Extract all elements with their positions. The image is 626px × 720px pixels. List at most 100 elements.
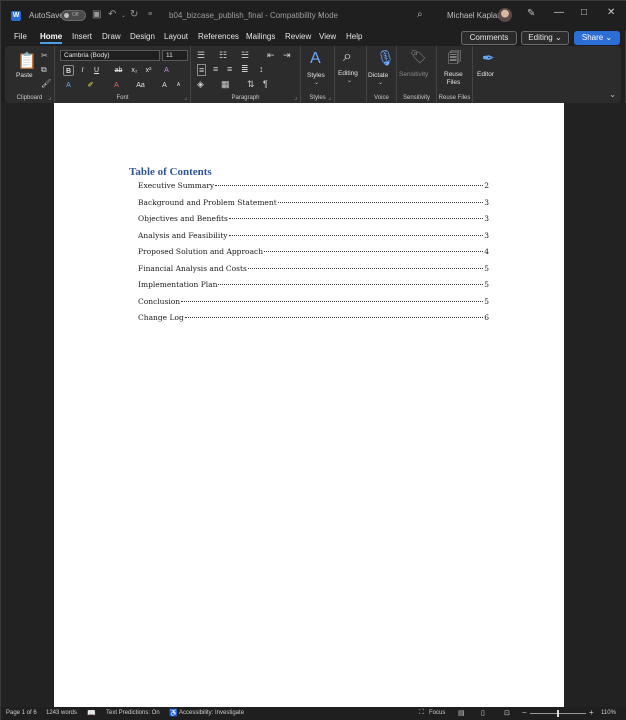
close-button[interactable]: ✕ [607, 7, 615, 18]
tab-review[interactable]: Review [285, 32, 311, 41]
toc-entry-title[interactable]: Analysis and Feasibility [138, 231, 228, 240]
font-color-icon[interactable]: A [111, 80, 122, 91]
grow-font-icon[interactable]: A [159, 80, 170, 91]
tab-file[interactable]: File [14, 32, 27, 41]
sensitivity-label[interactable]: Sensitivity [399, 71, 428, 78]
microphone-icon[interactable]: 🎙 [376, 49, 395, 67]
toc-entry-page[interactable]: 5 [484, 280, 489, 289]
bullets-icon[interactable]: ☰ [197, 50, 205, 61]
toc-entry-page[interactable]: 5 [484, 297, 489, 306]
toc-entry[interactable]: Executive Summary 2 [138, 181, 489, 198]
editing-label[interactable]: Editing [338, 70, 358, 77]
toc-entry[interactable]: Analysis and Feasibility 3 [138, 231, 489, 248]
focus-label[interactable]: Focus [429, 710, 445, 716]
toc-entry-title[interactable]: Proposed Solution and Approach [138, 247, 263, 256]
font-launcher-icon[interactable]: ⌟ [184, 94, 187, 101]
paste-icon[interactable]: 📋 [17, 51, 37, 71]
toc-entry-title[interactable]: Change Log [138, 313, 184, 322]
format-painter-icon[interactable]: 🖌 [41, 79, 51, 88]
save-icon[interactable]: ▣ [92, 9, 101, 20]
editor-label[interactable]: Editor [477, 71, 494, 78]
toc-entry-page[interactable]: 3 [484, 214, 489, 223]
web-layout-icon[interactable]: ⊡ [504, 709, 510, 717]
subscript-icon[interactable]: x₂ [129, 65, 140, 76]
change-case-icon[interactable]: Aa [135, 80, 146, 91]
text-effects-icon[interactable]: A [63, 80, 74, 91]
document-canvas[interactable]: Table of Contents Executive Summary 2 Back… [1, 103, 626, 707]
align-center-icon[interactable]: ≡ [213, 64, 218, 74]
read-mode-icon[interactable]: ▤ [458, 709, 465, 717]
tab-references[interactable]: References [198, 32, 239, 41]
search-icon[interactable]: ⌕ [417, 9, 423, 20]
strikethrough-icon[interactable]: ab [113, 65, 124, 76]
toc-entry[interactable]: Financial Analysis and Costs 5 [138, 264, 489, 281]
text-predictions[interactable]: Text Predictions: On [106, 710, 160, 716]
zoom-in-button[interactable]: + [589, 708, 594, 717]
tab-view[interactable]: View [319, 32, 336, 41]
increase-indent-icon[interactable]: ⇥ [283, 50, 291, 61]
zoom-level[interactable]: 110% [601, 710, 616, 716]
pen-icon[interactable]: ✎ [527, 8, 535, 19]
word-count[interactable]: 1243 words [46, 710, 77, 716]
shading-icon[interactable]: ◈ [197, 79, 204, 90]
accessibility-status[interactable]: Accessibility: Investigate [179, 710, 244, 716]
clear-formatting-icon[interactable]: A [161, 65, 172, 76]
toc-entry-title[interactable]: Executive Summary [138, 181, 214, 190]
multilevel-list-icon[interactable]: ☱ [241, 50, 249, 61]
toc-entry-title[interactable]: Conclusion [138, 297, 180, 306]
dictate-dropdown-icon[interactable]: ⌄ [378, 79, 383, 86]
toc-entry[interactable]: Conclusion 5 [138, 297, 489, 314]
customize-toolbar-icon[interactable]: ≡ [148, 11, 152, 18]
toc-entry-title[interactable]: Financial Analysis and Costs [138, 264, 247, 273]
align-left-icon[interactable]: ≡ [197, 64, 207, 76]
tab-design[interactable]: Design [130, 32, 155, 41]
undo-dropdown-icon[interactable]: ⌄ [121, 12, 126, 19]
styles-dropdown-icon[interactable]: ⌄ [314, 79, 319, 86]
toc-entry-page[interactable]: 6 [484, 313, 489, 322]
toc-entry-page[interactable]: 4 [484, 247, 489, 256]
autosave-toggle[interactable]: Off [61, 10, 86, 21]
sort-icon[interactable]: ⇅ [247, 79, 255, 90]
styles-icon[interactable]: A [310, 50, 321, 68]
toc-entry-title[interactable]: Objectives and Benefits [138, 214, 228, 223]
maximize-button[interactable]: □ [581, 7, 587, 18]
title-chevron-icon[interactable]: ⌄ [317, 10, 323, 18]
collapse-ribbon-icon[interactable]: ⌄ [609, 90, 616, 99]
decrease-indent-icon[interactable]: ⇤ [267, 50, 275, 61]
sensitivity-icon[interactable]: 🏷 [410, 49, 427, 65]
comments-button[interactable]: Comments [461, 31, 517, 45]
zoom-slider-thumb[interactable] [557, 710, 559, 717]
tab-insert[interactable]: Insert [72, 32, 92, 41]
zoom-out-button[interactable]: − [522, 708, 527, 717]
font-name-select[interactable]: Cambria (Body) [60, 50, 160, 61]
clipboard-launcher-icon[interactable]: ⌟ [48, 94, 51, 101]
find-icon[interactable]: ⌕ [343, 48, 352, 66]
tab-home[interactable]: Home [40, 32, 63, 44]
dictate-label[interactable]: Dictate [368, 72, 388, 79]
document-page[interactable]: Table of Contents Executive Summary 2 Back… [54, 103, 564, 707]
styles-label[interactable]: Styles [307, 72, 325, 79]
share-button[interactable]: Share ⌄ [574, 31, 620, 45]
font-size-select[interactable]: 11 [162, 50, 188, 61]
paste-label[interactable]: Paste [16, 72, 33, 79]
user-name[interactable]: Michael Kaplan [447, 11, 502, 20]
align-right-icon[interactable]: ≡ [227, 64, 232, 74]
toc-entry-title[interactable]: Background and Problem Statement [138, 198, 277, 207]
proofing-icon[interactable]: 📖 [87, 709, 96, 717]
tab-help[interactable]: Help [346, 32, 362, 41]
avatar[interactable] [498, 8, 512, 22]
toc-entry[interactable]: Proposed Solution and Approach 4 [138, 247, 489, 264]
numbering-icon[interactable]: ☷ [219, 50, 227, 61]
toc-entry[interactable]: Change Log 6 [138, 313, 489, 330]
tab-mailings[interactable]: Mailings [246, 32, 275, 41]
tab-draw[interactable]: Draw [102, 32, 121, 41]
minimize-button[interactable]: — [554, 7, 564, 18]
page-count[interactable]: Page 1 of 6 [6, 710, 37, 716]
toc-entry-page[interactable]: 3 [484, 231, 489, 240]
editing-mode-button[interactable]: Editing ⌄ [521, 31, 569, 45]
toc-entry-page[interactable]: 3 [484, 198, 489, 207]
paragraph-launcher-icon[interactable]: ⌟ [294, 94, 297, 101]
cut-icon[interactable]: ✂ [41, 51, 48, 60]
print-layout-icon[interactable]: ▯ [481, 709, 485, 717]
line-spacing-icon[interactable]: ↕ [259, 64, 264, 74]
